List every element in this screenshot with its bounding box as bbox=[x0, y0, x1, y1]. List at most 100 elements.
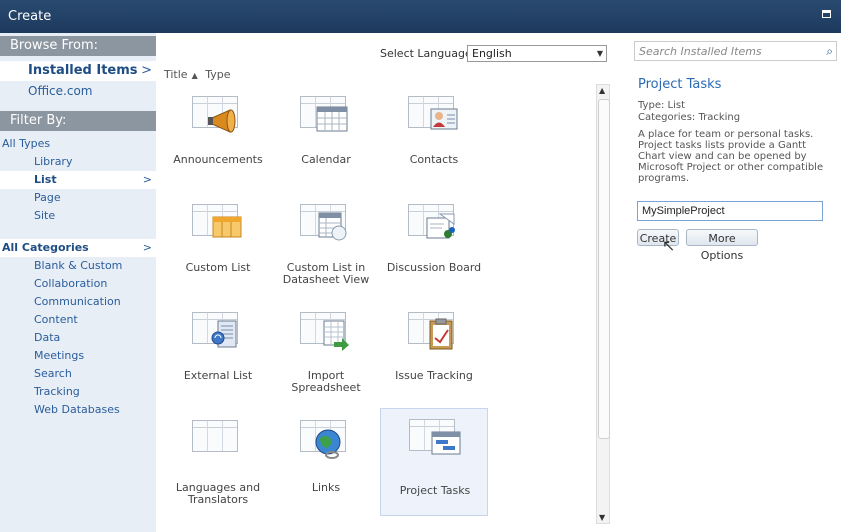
sidebar-item-label: Site bbox=[34, 209, 56, 222]
sidebar-item-label: Page bbox=[34, 191, 61, 204]
template-tile[interactable]: Issue Tracking bbox=[380, 302, 488, 406]
search-placeholder: Search Installed Items bbox=[639, 45, 762, 58]
calendar-icon bbox=[300, 96, 352, 136]
scroll-down-icon[interactable]: ▼ bbox=[599, 513, 605, 522]
list-name-field[interactable] bbox=[637, 201, 823, 221]
sidebar-item-label: All Categories bbox=[2, 241, 89, 254]
template-label: Custom List bbox=[185, 261, 251, 274]
sidebar-item-label: Blank & Custom bbox=[34, 259, 123, 272]
sidebar-item-label: Search bbox=[34, 367, 72, 380]
sidebar-item-all-types[interactable]: All Types bbox=[0, 135, 156, 153]
sidebar-item-office-com[interactable]: Office.com bbox=[0, 81, 156, 101]
detail-type: Type: List bbox=[638, 100, 685, 111]
datasheet-icon bbox=[300, 204, 352, 244]
template-label: Languages and Translators bbox=[175, 481, 261, 506]
template-label: Calendar bbox=[301, 153, 351, 166]
template-label: Announcements bbox=[173, 153, 263, 166]
megaphone-icon bbox=[192, 96, 244, 136]
template-tile[interactable]: Links bbox=[272, 410, 380, 514]
language-value: English bbox=[472, 47, 512, 60]
template-label: Issue Tracking bbox=[395, 369, 473, 382]
gantt-icon bbox=[409, 419, 461, 459]
chevron-right-icon: > bbox=[141, 63, 152, 78]
sidebar-item-data[interactable]: Data bbox=[0, 329, 156, 347]
language-select[interactable]: English ▼ bbox=[467, 45, 607, 62]
dialog-title: Create bbox=[8, 9, 52, 24]
languages-icon bbox=[192, 420, 244, 460]
sort-ascending-icon: ▲ bbox=[191, 71, 198, 80]
search-installed-items-input[interactable]: Search Installed Items ⌕ bbox=[634, 41, 837, 61]
sidebar: Browse From: Installed Items > Office.co… bbox=[0, 33, 156, 532]
sidebar-item-label: Installed Items bbox=[28, 63, 138, 78]
template-label: Project Tasks bbox=[399, 484, 471, 497]
custom-list-icon bbox=[192, 204, 244, 244]
dialog-titlebar: Create bbox=[0, 0, 841, 33]
sidebar-item-library[interactable]: Library bbox=[0, 153, 156, 171]
contact-card-icon bbox=[408, 96, 460, 136]
sidebar-item-blank-custom[interactable]: Blank & Custom bbox=[0, 257, 156, 275]
detail-categories: Categories: Tracking bbox=[638, 112, 741, 123]
sidebar-item-tracking[interactable]: Tracking bbox=[0, 383, 156, 401]
search-icon[interactable]: ⌕ bbox=[826, 44, 833, 59]
template-tile[interactable]: Calendar bbox=[272, 86, 380, 190]
template-label: Custom List in Datasheet View bbox=[282, 261, 370, 286]
sidebar-item-all-categories[interactable]: All Categories > bbox=[0, 239, 156, 257]
template-label: External List bbox=[183, 369, 253, 382]
spreadsheet-icon bbox=[300, 312, 352, 352]
sidebar-item-content[interactable]: Content bbox=[0, 311, 156, 329]
template-label: Import Spreadsheet bbox=[291, 369, 361, 394]
template-tile[interactable]: Announcements bbox=[164, 86, 272, 190]
sidebar-item-list[interactable]: List > bbox=[0, 171, 156, 189]
chevron-right-icon: > bbox=[142, 173, 152, 186]
sidebar-item-label: Communication bbox=[34, 295, 121, 308]
browse-from-heading: Browse From: bbox=[0, 36, 156, 56]
sidebar-item-label: List bbox=[34, 173, 57, 186]
globe-link-icon bbox=[300, 420, 352, 460]
template-tile[interactable]: Custom List in Datasheet View bbox=[272, 194, 380, 298]
detail-description: A place for team or personal tasks. Proj… bbox=[638, 129, 824, 184]
template-tile[interactable]: Discussion Board bbox=[380, 194, 488, 298]
detail-pane: Project Tasks Type: List Categories: Tra… bbox=[638, 77, 833, 184]
template-tile[interactable]: Import Spreadsheet bbox=[272, 302, 380, 406]
template-label: Contacts bbox=[409, 153, 459, 166]
sort-type-link[interactable]: Type bbox=[205, 68, 230, 81]
sort-bar: Title ▲ Type bbox=[164, 68, 235, 81]
chevron-right-icon: > bbox=[142, 241, 152, 254]
sidebar-item-communication[interactable]: Communication bbox=[0, 293, 156, 311]
template-scrollbar[interactable]: ▲ ▼ bbox=[596, 84, 610, 524]
template-tile[interactable]: Contacts bbox=[380, 86, 488, 190]
clipboard-icon bbox=[408, 312, 460, 352]
dropdown-arrow-icon: ▼ bbox=[596, 49, 603, 58]
sidebar-item-meetings[interactable]: Meetings bbox=[0, 347, 156, 365]
sidebar-item-label: All Types bbox=[2, 137, 51, 150]
sidebar-item-web-databases[interactable]: Web Databases bbox=[0, 401, 156, 419]
sidebar-item-label: Data bbox=[34, 331, 61, 344]
sidebar-item-label: Web Databases bbox=[34, 403, 120, 416]
sidebar-item-search[interactable]: Search bbox=[0, 365, 156, 383]
language-label: Select Language: bbox=[380, 47, 476, 60]
mouse-cursor-icon: ↖ bbox=[662, 236, 676, 255]
template-tile[interactable]: Custom List bbox=[164, 194, 272, 298]
filter-by-heading: Filter By: bbox=[0, 111, 156, 131]
detail-title: Project Tasks bbox=[638, 77, 722, 92]
sidebar-item-site[interactable]: Site bbox=[0, 207, 156, 225]
scroll-up-icon[interactable]: ▲ bbox=[599, 86, 605, 95]
template-label: Links bbox=[311, 481, 341, 494]
sidebar-item-label: Meetings bbox=[34, 349, 85, 362]
more-options-button[interactable]: More Options bbox=[686, 229, 758, 262]
template-label: Discussion Board bbox=[386, 261, 482, 274]
template-grid: Announcements Calendar Contacts Custom L… bbox=[164, 86, 594, 526]
sidebar-item-collaboration[interactable]: Collaboration bbox=[0, 275, 156, 293]
template-tile-selected[interactable]: Project Tasks bbox=[380, 408, 488, 516]
sidebar-item-page[interactable]: Page bbox=[0, 189, 156, 207]
external-list-icon bbox=[192, 312, 244, 352]
maximize-icon[interactable] bbox=[822, 10, 831, 18]
sidebar-item-installed-items[interactable]: Installed Items > bbox=[0, 61, 156, 81]
sidebar-item-label: Library bbox=[34, 155, 73, 168]
template-tile[interactable]: Languages and Translators bbox=[164, 410, 272, 514]
sidebar-item-label: Collaboration bbox=[34, 277, 108, 290]
sort-title-link[interactable]: Title bbox=[164, 68, 188, 81]
scroll-thumb[interactable] bbox=[598, 99, 610, 439]
template-tile[interactable]: External List bbox=[164, 302, 272, 406]
sidebar-item-label: Office.com bbox=[28, 84, 93, 98]
